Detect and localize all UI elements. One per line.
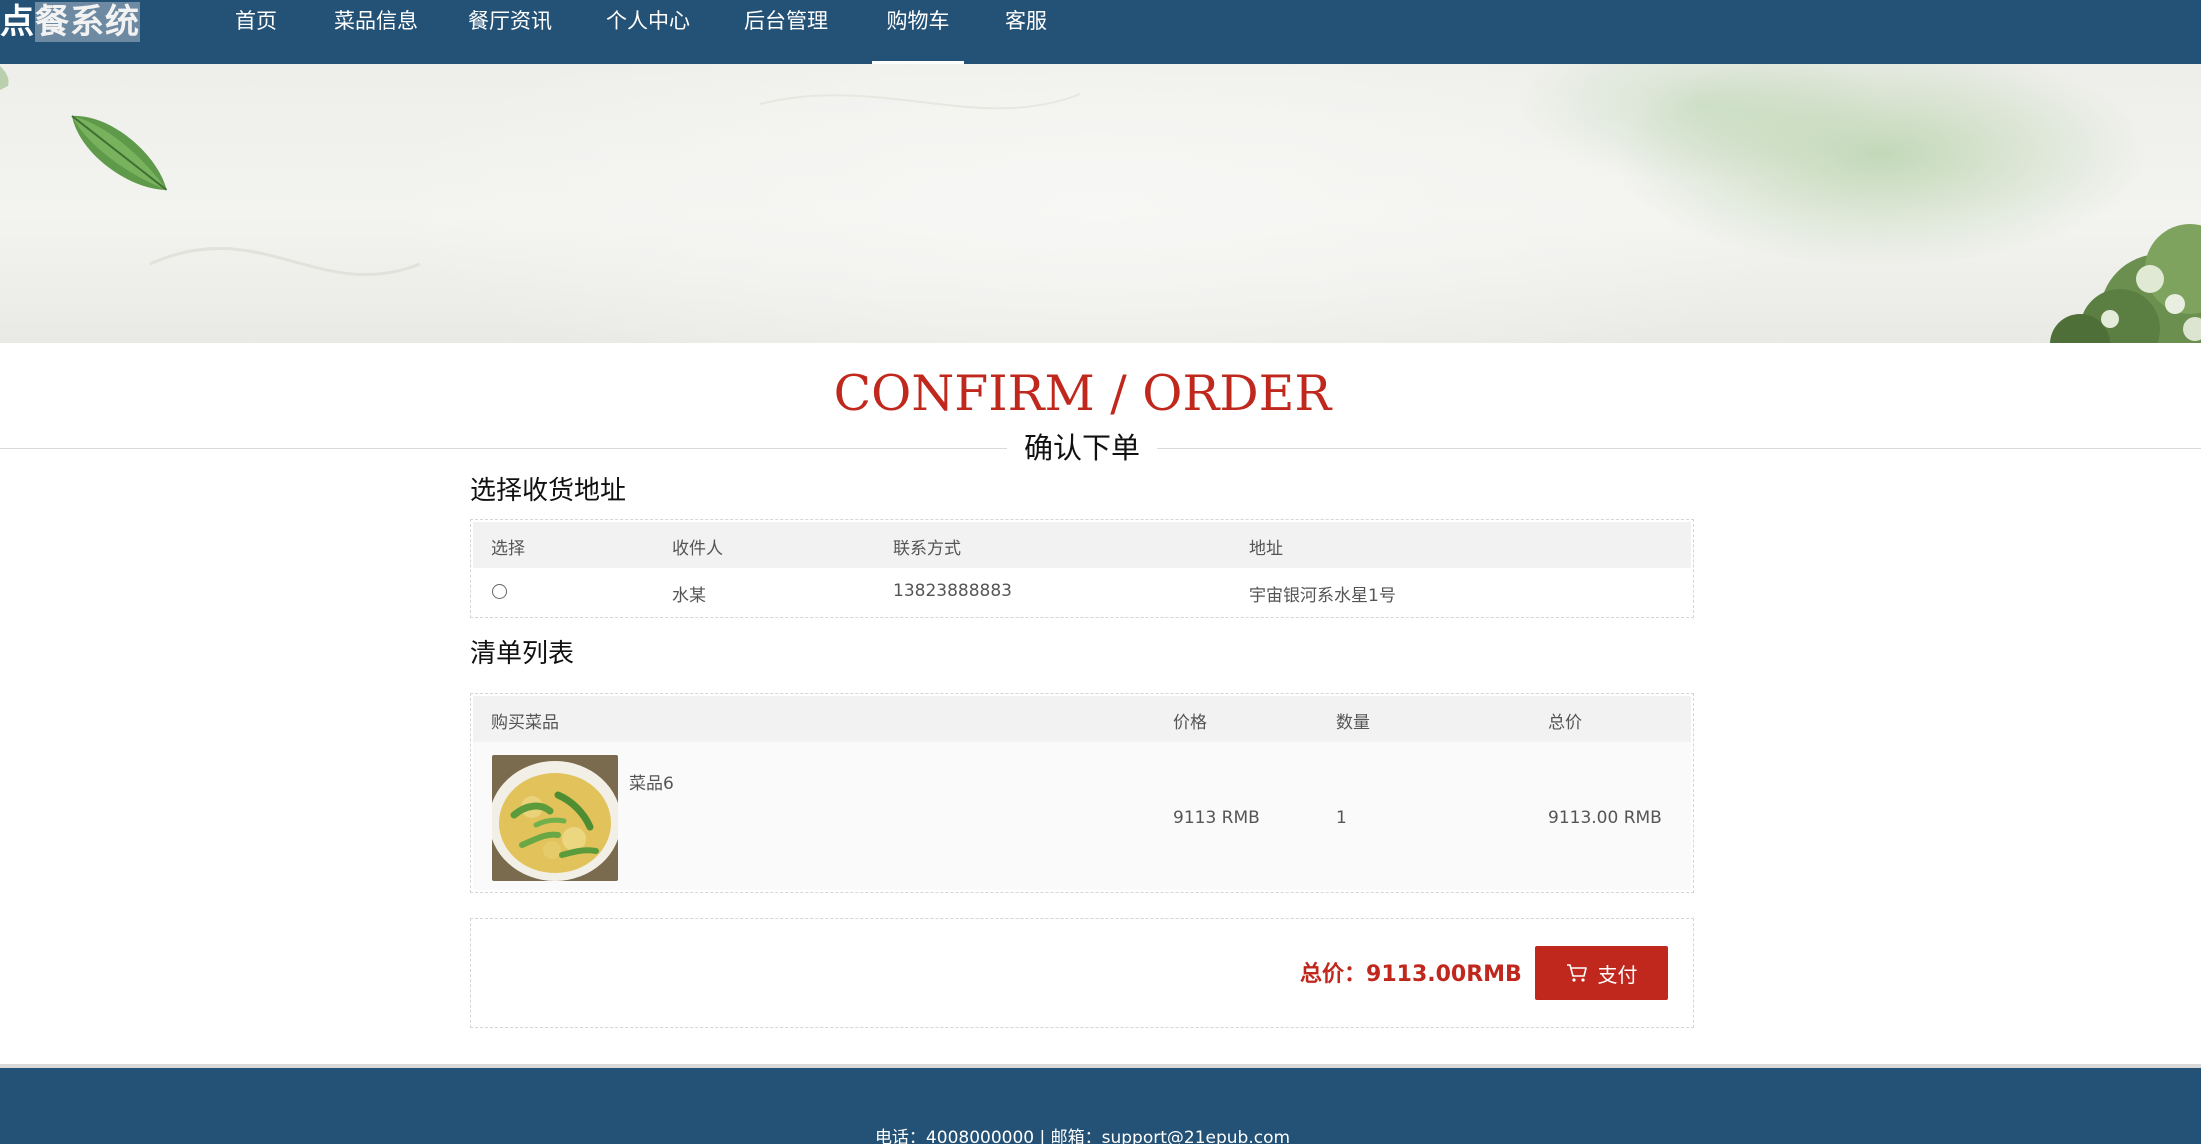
nav-item-dishes[interactable]: 菜品信息 <box>332 0 420 64</box>
logo-text-start: 点 <box>0 2 35 42</box>
banner-artwork <box>0 66 2201 343</box>
cart-icon <box>1566 964 1587 982</box>
address-col-address: 地址 <box>1249 539 1283 559</box>
nav-item-news[interactable]: 餐厅资讯 <box>466 0 554 64</box>
dish-total: 9113.00 RMB <box>1548 808 1662 828</box>
page-title-en: CONFIRM / ORDER <box>833 365 1332 422</box>
address-text: 宇宙银河系水星1号 <box>1249 586 1396 606</box>
dish-quantity: 1 <box>1336 808 1347 828</box>
address-col-select: 选择 <box>491 539 525 559</box>
order-section-title: 清单列表 <box>470 639 575 669</box>
address-col-phone: 联系方式 <box>893 539 961 559</box>
dish-price: 9113 RMB <box>1173 808 1260 828</box>
logo-text-highlighted: 餐系统 <box>35 2 140 42</box>
address-table: 选择 收件人 联系方式 地址 水某 13823888883 宇宙银河系水星1号 <box>470 519 1694 618</box>
pay-button-label: 支付 <box>1597 962 1638 987</box>
total-price-label: 总价： <box>1300 962 1367 987</box>
address-recipient: 水某 <box>672 586 706 606</box>
nav-item-cart[interactable]: 购物车 <box>872 0 964 64</box>
order-col-quantity: 数量 <box>1336 713 1370 733</box>
order-table-header <box>473 696 1691 742</box>
top-navbar: 点餐系统 首页 菜品信息 餐厅资讯 个人中心 后台管理 购物车 客服 <box>0 0 2201 64</box>
order-col-price: 价格 <box>1173 713 1207 733</box>
leaf-decoration <box>71 115 168 191</box>
site-logo[interactable]: 点餐系统 <box>0 0 140 44</box>
total-price-value: 9113.00RMB <box>1366 962 1522 987</box>
nav-item-service[interactable]: 客服 <box>1002 0 1050 64</box>
address-section-title: 选择收货地址 <box>470 476 627 506</box>
page-title-cn: 确认下单 <box>1007 426 1157 470</box>
footer-contact: 电话：4008000000 | 邮箱：support@21epub.com <box>874 1128 1291 1148</box>
hero-banner <box>0 64 2201 343</box>
pay-button[interactable]: 支付 <box>1535 946 1668 1000</box>
nav-item-home[interactable]: 首页 <box>232 0 280 64</box>
order-col-total: 总价 <box>1548 713 1582 733</box>
leaf-corner-decoration <box>0 66 9 90</box>
dish-photo <box>492 755 618 881</box>
address-col-recipient: 收件人 <box>672 539 723 559</box>
address-select-radio[interactable] <box>492 584 507 599</box>
nav-item-admin[interactable]: 后台管理 <box>742 0 830 64</box>
table-row <box>473 742 1691 890</box>
dish-name[interactable]: 菜品6 <box>629 769 674 794</box>
tree-decoration <box>2050 224 2201 343</box>
order-table: 购买菜品 价格 数量 总价 菜品6 9113 RMB 1 9113.00 RMB <box>470 693 1694 893</box>
address-phone: 13823888883 <box>893 581 1012 601</box>
dish-image[interactable] <box>492 755 618 881</box>
address-table-header <box>473 522 1691 568</box>
order-col-dish: 购买菜品 <box>491 713 559 733</box>
footer: 电话：4008000000 | 邮箱：support@21epub.com <box>0 1068 2201 1148</box>
total-price: 总价：9113.00RMB <box>1300 956 1522 988</box>
nav-item-profile[interactable]: 个人中心 <box>604 0 692 64</box>
